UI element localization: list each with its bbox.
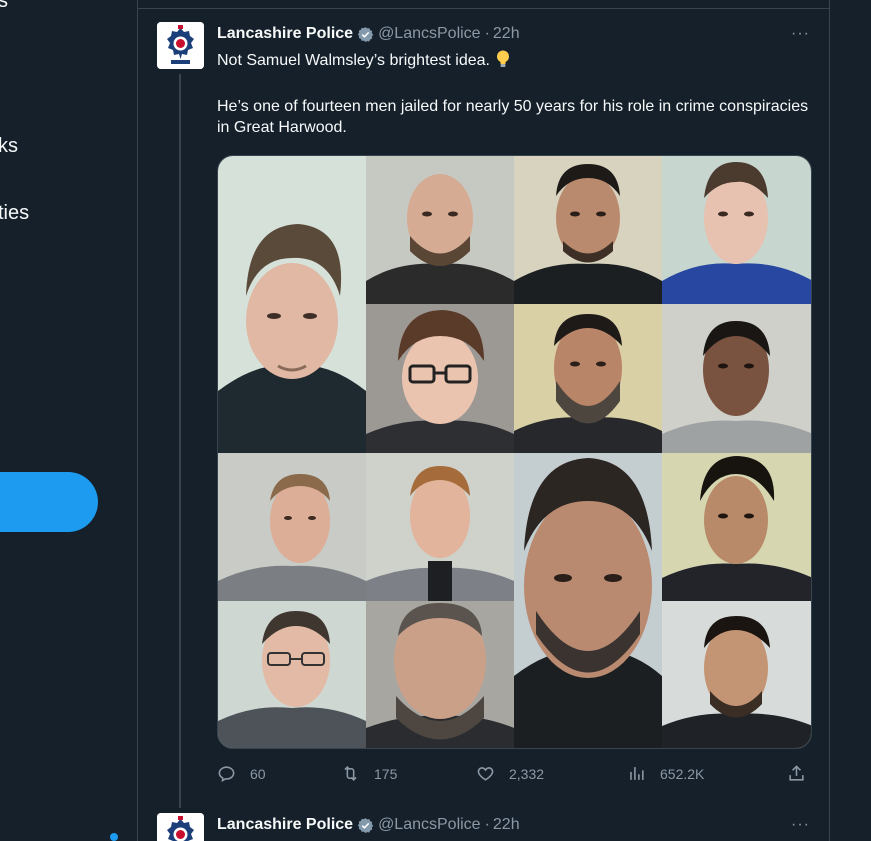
right-column — [830, 0, 871, 841]
tweet-header: Lancashire Police @LancsPolice · 22h — [217, 815, 520, 835]
reply-button[interactable]: 60 — [217, 764, 266, 783]
notification-dot — [110, 833, 118, 841]
views-count: 652.2K — [660, 765, 705, 782]
nav-item-fragment-1[interactable]: s — [0, 0, 8, 13]
reply-count: 60 — [250, 765, 266, 782]
left-navigation: s ks ties — [0, 0, 138, 841]
like-button[interactable]: 2,332 — [476, 764, 544, 783]
post-button[interactable] — [0, 472, 98, 532]
tweet-text-line-1: Not Samuel Walmsley’s brightest idea. — [217, 52, 490, 69]
retweet-icon — [344, 766, 357, 781]
mugshot-grid-image[interactable] — [217, 155, 812, 749]
tweet-actions: 60 175 2,332 652.2K — [217, 764, 812, 786]
verified-badge-icon — [357, 26, 374, 43]
thread-line — [179, 74, 181, 808]
author-handle[interactable]: @LancsPolice — [378, 816, 481, 834]
tweet-text: Not Samuel Walmsley’s brightest idea. — [217, 50, 812, 71]
author-name[interactable]: Lancashire Police — [217, 25, 353, 43]
more-options-icon[interactable]: ··· — [791, 816, 810, 834]
share-icon — [789, 765, 804, 781]
separator-dot: · — [484, 25, 490, 42]
police-crest-avatar[interactable] — [157, 22, 204, 69]
separator-dot: · — [484, 816, 490, 833]
like-count: 2,332 — [509, 765, 545, 782]
reply-icon — [218, 766, 235, 783]
views-chart-icon — [630, 767, 644, 780]
timestamp[interactable]: 22h — [493, 816, 520, 834]
retweet-count: 175 — [374, 765, 398, 782]
tweet-text-paragraph-2: He’s one of fourteen men jailed for near… — [217, 98, 809, 136]
author-name[interactable]: Lancashire Police — [217, 816, 353, 834]
tweet-header: Lancashire Police @LancsPolice · 22h — [217, 24, 520, 44]
verified-badge-icon — [357, 817, 374, 834]
share-button[interactable] — [787, 764, 820, 783]
views-button[interactable]: 652.2K — [627, 764, 704, 783]
nav-item-fragment-2[interactable]: ks — [0, 135, 18, 158]
timestamp[interactable]: 22h — [493, 25, 520, 43]
heart-icon — [477, 767, 494, 781]
author-handle[interactable]: @LancsPolice — [378, 25, 481, 43]
retweet-button[interactable]: 175 — [341, 764, 397, 783]
more-options-icon[interactable]: ··· — [791, 25, 810, 43]
divider — [138, 8, 830, 9]
police-crest-avatar[interactable] — [157, 813, 204, 841]
nav-item-fragment-3[interactable]: ties — [0, 202, 29, 225]
lightbulb-emoji-icon — [496, 50, 510, 68]
timeline: Lancashire Police @LancsPolice · 22h ···… — [138, 0, 830, 841]
